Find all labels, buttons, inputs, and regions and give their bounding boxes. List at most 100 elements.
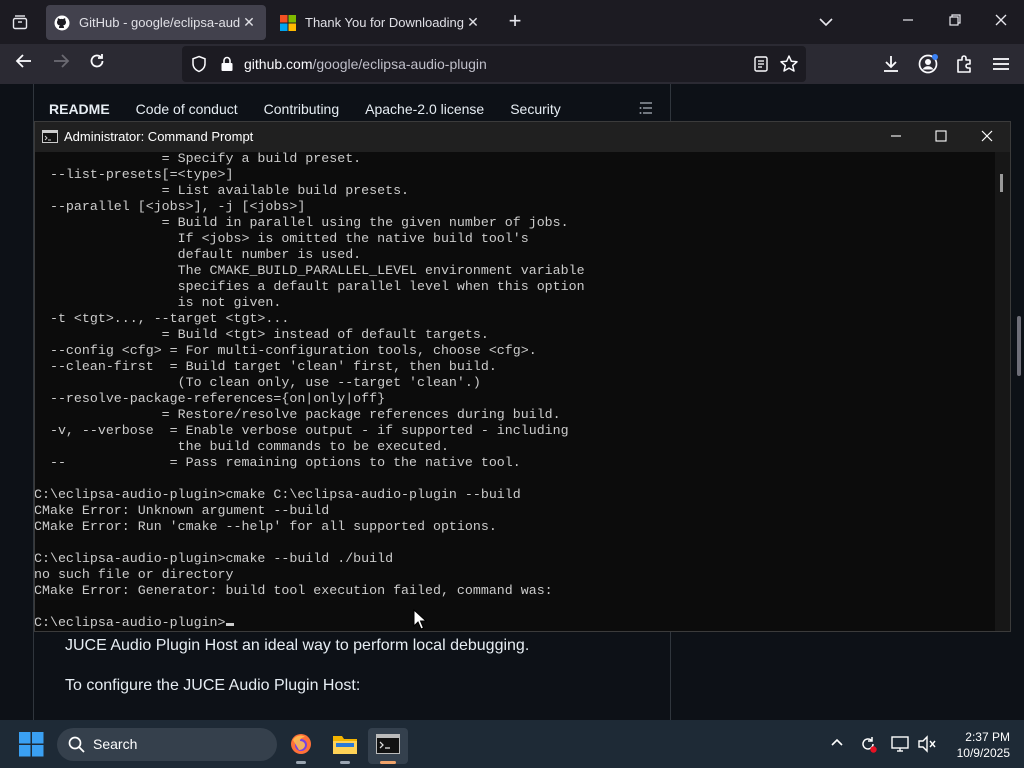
tab-readme[interactable]: README — [49, 101, 110, 117]
reader-view-icon[interactable] — [752, 55, 770, 73]
close-tab-icon[interactable]: ✕ — [240, 14, 258, 31]
volume-muted-icon[interactable] — [917, 734, 937, 754]
cmd-titlebar[interactable]: Administrator: Command Prompt — [35, 122, 1010, 152]
tab-title: Thank You for Downloading Visual Studio — [305, 15, 464, 30]
console-line: CMake Error: Run 'cmake --help' for all … — [35, 519, 497, 534]
url-bar[interactable]: github.com/google/eclipsa-audio-plugin — [182, 46, 806, 82]
close-window-icon[interactable] — [986, 8, 1016, 36]
console-line: = List available build presets. — [35, 183, 410, 198]
console-line: = Restore/resolve package references dur… — [35, 407, 561, 422]
cmd-scroll-thumb[interactable] — [1000, 174, 1003, 192]
tab-security[interactable]: Security — [510, 101, 561, 117]
mouse-cursor-icon — [413, 609, 427, 630]
console-icon — [42, 130, 58, 143]
taskbar-firefox[interactable] — [281, 728, 321, 764]
file-explorer-icon — [333, 736, 357, 754]
windows-start-icon[interactable] — [19, 732, 44, 757]
lock-icon[interactable] — [218, 55, 236, 73]
console-line: --resolve-package-references={on|only|of… — [35, 391, 386, 406]
text-cursor — [225, 623, 234, 626]
close-tab-icon[interactable]: ✕ — [464, 14, 482, 31]
microsoft-icon — [280, 14, 296, 31]
console-line: default number is used. — [35, 247, 362, 262]
console-output: = Specify a build preset. --list-presets… — [35, 152, 585, 631]
command-prompt-window[interactable]: Administrator: Command Prompt = Specify … — [34, 121, 1011, 632]
console-line: --clean-first = Build target 'clean' fir… — [35, 359, 497, 374]
console-line: The CMAKE_BUILD_PARALLEL_LEVEL environme… — [35, 263, 585, 278]
system-clock[interactable]: 2:37 PM 10/9/2025 — [940, 729, 1010, 761]
clock-time: 2:37 PM — [965, 730, 1010, 744]
tab-contributing[interactable]: Contributing — [264, 101, 340, 117]
reload-icon[interactable] — [84, 52, 110, 76]
new-tab-icon[interactable]: + — [503, 10, 527, 34]
console-line: --parallel [<jobs>], -j [<jobs>] — [35, 199, 306, 214]
console-line: -t <tgt>..., --target <tgt>... — [35, 311, 290, 326]
chevron-down-icon[interactable] — [814, 10, 838, 34]
menu-icon[interactable] — [989, 52, 1013, 76]
console-line: (To clean only, use --target 'clean'.) — [35, 375, 481, 390]
taskbar-search[interactable]: Search — [57, 728, 277, 761]
github-icon — [54, 15, 70, 30]
console-line: --list-presets[=<type>] — [35, 167, 234, 182]
readme-tabs: README Code of conduct Contributing Apac… — [49, 101, 587, 117]
console-line: C:\eclipsa-audio-plugin> — [35, 615, 585, 631]
cmd-console-area[interactable]: = Specify a build preset. --list-presets… — [35, 152, 995, 631]
forward-icon[interactable] — [48, 52, 74, 76]
chevron-up-icon[interactable] — [827, 734, 847, 754]
running-indicator — [296, 761, 306, 764]
console-line: If <jobs> is omitted the native build to… — [35, 231, 529, 246]
network-icon[interactable] — [890, 734, 910, 754]
tab-visual-studio[interactable]: Thank You for Downloading Visual Studio … — [272, 5, 490, 40]
console-line: CMake Error: Unknown argument --build — [35, 503, 330, 518]
running-indicator — [380, 761, 396, 764]
console-line: specifies a default parallel level when … — [35, 279, 585, 294]
readme-paragraph: JUCE Audio Plugin Host an ideal way to p… — [65, 637, 530, 654]
terminal-icon — [376, 734, 400, 754]
running-indicator — [340, 761, 350, 764]
sync-alert-icon[interactable] — [858, 734, 878, 754]
search-icon — [68, 736, 85, 753]
console-line: = Specify a build preset. — [35, 152, 362, 166]
minimize-icon[interactable] — [893, 8, 923, 36]
back-icon[interactable] — [11, 52, 37, 76]
page-scrollbar[interactable] — [1017, 316, 1021, 376]
console-line: = Build in parallel using the given numb… — [35, 215, 569, 230]
console-line: CMake Error: Generator: build tool execu… — [35, 583, 553, 598]
console-line: C:\eclipsa-audio-plugin>cmake --build ./… — [35, 551, 394, 566]
tab-license[interactable]: Apache-2.0 license — [365, 101, 484, 117]
console-line: --config <cfg> = For multi-configuration… — [35, 343, 537, 358]
outline-list-icon[interactable] — [638, 100, 654, 116]
account-icon[interactable] — [916, 52, 940, 76]
minimize-icon[interactable] — [873, 122, 919, 152]
bookmark-star-icon[interactable] — [779, 54, 799, 74]
url-text: github.com/google/eclipsa-audio-plugin — [244, 56, 487, 72]
cmd-scrollbar[interactable] — [995, 152, 1010, 631]
console-line: the build commands to be executed. — [35, 439, 449, 454]
tab-github[interactable]: GitHub - google/eclipsa-audio-plugin ✕ — [46, 5, 266, 40]
firefox-icon — [291, 734, 311, 754]
downloads-icon[interactable] — [879, 52, 903, 76]
tab-code-of-conduct[interactable]: Code of conduct — [136, 101, 238, 117]
search-placeholder: Search — [93, 736, 138, 752]
restore-icon[interactable] — [940, 8, 970, 36]
console-line: = Build <tgt> instead of default targets… — [35, 327, 489, 342]
console-line: -v, --verbose = Enable verbose output - … — [35, 423, 569, 438]
close-icon[interactable] — [964, 122, 1010, 152]
maximize-icon[interactable] — [918, 122, 964, 152]
tab-list-icon[interactable] — [6, 10, 34, 34]
console-line: is not given. — [35, 295, 282, 310]
clock-date: 10/9/2025 — [956, 746, 1010, 760]
console-line: no such file or directory — [35, 567, 234, 582]
cmd-window-title: Administrator: Command Prompt — [64, 129, 254, 144]
shield-icon[interactable] — [190, 55, 208, 73]
console-line: -- = Pass remaining options to the nativ… — [35, 455, 521, 470]
tab-title: GitHub - google/eclipsa-audio-plugin — [79, 15, 240, 30]
taskbar-terminal[interactable] — [368, 728, 408, 764]
console-line: C:\eclipsa-audio-plugin>cmake C:\eclipsa… — [35, 487, 521, 502]
taskbar-file-explorer[interactable] — [325, 728, 365, 764]
readme-paragraph: To configure the JUCE Audio Plugin Host: — [65, 677, 361, 694]
extensions-icon[interactable] — [953, 52, 977, 76]
